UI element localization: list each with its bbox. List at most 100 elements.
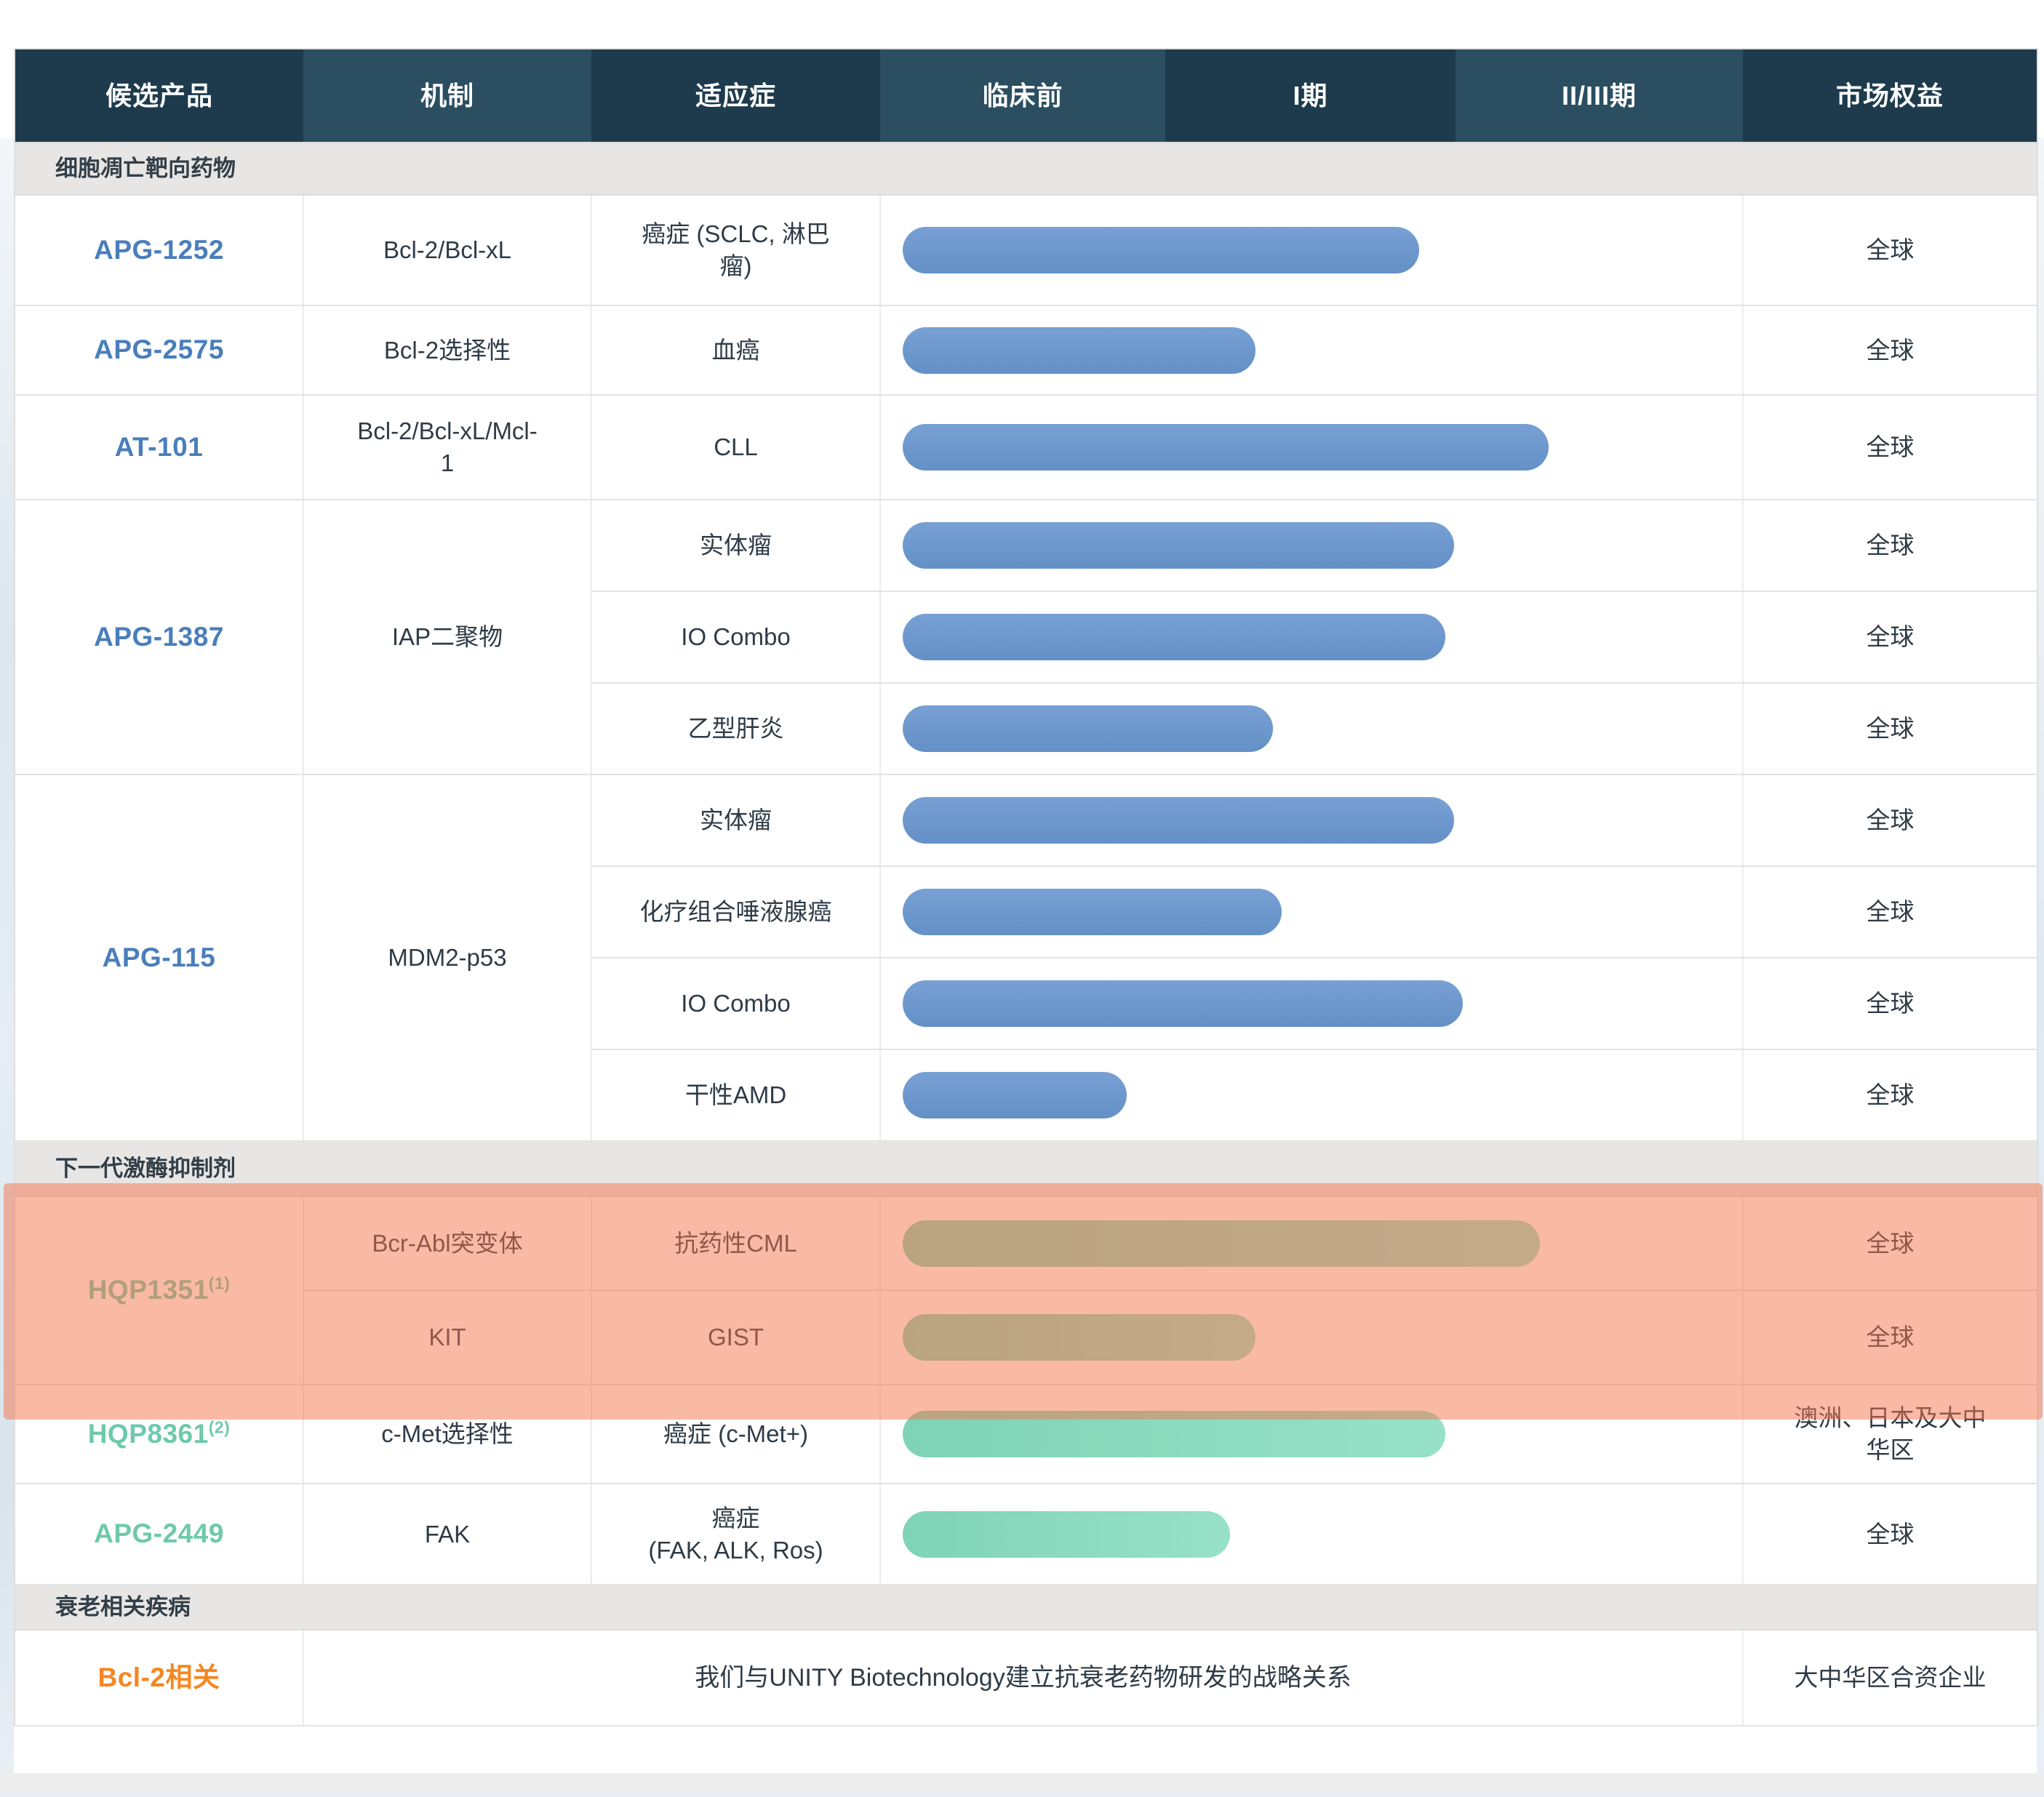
product-cell: HQP1351(1) [15,1196,303,1385]
phase-cell [880,1049,1743,1141]
indication-cell: 癌症 (c-Met+) [591,1385,880,1484]
phase-progress-bar [903,1220,1540,1267]
market-cell: 全球 [1743,1290,2037,1385]
pipeline-table-wrap: 候选产品 机制 适应症 临床前 I期 II/III期 市场权益 细胞凋亡靶向药物… [14,48,2037,1726]
partnership-note-cell: 我们与UNITY Biotechnology建立抗衰老药物研发的战略关系 [303,1630,1743,1726]
indication-cell: 乙型肝炎 [591,683,880,775]
phase-cell [880,1290,1743,1385]
table-row: APG-115 MDM2-p53 实体瘤 全球 [15,775,2037,866]
phase-cell [880,500,1743,591]
product-cell: AT-101 [15,395,303,500]
indication-cell: GIST [591,1290,880,1385]
section-row-aging: 衰老相关疾病 [15,1585,2037,1630]
column-header-phase1: I期 [1165,49,1456,143]
phase-progress-bar [903,1314,1255,1361]
phase-cell [880,683,1743,775]
phase-progress-bar [903,522,1454,569]
indication-cell: 抗药性CML [591,1196,880,1290]
product-link-hqp8361[interactable]: HQP8361(2) [88,1419,231,1449]
table-row-highlighted: HQP1351(1) Bcr-Abl突变体 抗药性CML 全球 [15,1196,2037,1290]
phase-cell [880,591,1743,683]
indication-cell: 实体瘤 [591,775,880,866]
section-label: 衰老相关疾病 [15,1585,2037,1630]
bottom-sliver [0,1792,2044,1797]
phase-track [881,980,1742,1027]
product-cell: APG-2575 [15,305,303,395]
table-row: APG-2575 Bcl-2选择性 血癌 全球 [15,305,2037,395]
mechanism-cell: Bcl-2/Bcl-xL [303,195,591,305]
table-row: HQP8361(2) c-Met选择性 癌症 (c-Met+) 澳洲、日本及大中… [15,1385,2037,1484]
phase-cell [880,1196,1743,1290]
product-link-apg1387[interactable]: APG-1387 [94,622,224,652]
column-header-indication: 适应症 [591,49,880,143]
indication-cell: CLL [591,395,880,500]
market-cell: 全球 [1743,1196,2037,1290]
phase-progress-bar [903,227,1419,273]
indication-cell: 癌症 (FAK, ALK, Ros) [591,1484,880,1585]
phase-cell [880,958,1743,1049]
phase-cell [880,775,1743,866]
phase-progress-bar [903,797,1454,844]
phase-track [881,522,1742,569]
product-link-apg1252[interactable]: APG-1252 [94,235,224,265]
product-link-bcl2[interactable]: Bcl-2相关 [98,1662,220,1692]
mechanism-cell: Bcr-Abl突变体 [303,1196,591,1290]
market-cell: 全球 [1743,1049,2037,1141]
column-header-preclinical: 临床前 [880,49,1165,143]
phase-progress-bar [903,980,1463,1027]
market-cell: 全球 [1743,683,2037,775]
phase-track [881,1411,1742,1457]
phase-progress-bar [903,1411,1445,1457]
market-cell: 全球 [1743,866,2037,958]
phase-progress-bar [903,705,1273,752]
indication-cell: 实体瘤 [591,500,880,591]
bottom-band [0,1773,2044,1792]
phase-progress-bar [903,1072,1127,1118]
phase-track [881,227,1742,273]
market-cell: 大中华区合资企业 [1743,1630,2037,1726]
market-cell: 全球 [1743,1484,2037,1585]
column-header-product: 候选产品 [15,49,303,143]
indication-cell: 干性AMD [591,1049,880,1141]
indication-cell: IO Combo [591,958,880,1049]
pipeline-table: 候选产品 机制 适应症 临床前 I期 II/III期 市场权益 细胞凋亡靶向药物… [14,48,2038,1726]
phase-cell [880,305,1743,395]
mechanism-cell: KIT [303,1290,591,1385]
table-row: APG-1387 IAP二聚物 实体瘤 全球 [15,500,2037,591]
phase-track [881,424,1742,471]
mechanism-cell: MDM2-p53 [303,775,591,1141]
phase-track [881,1511,1742,1558]
table-row-highlighted: KIT GIST 全球 [15,1290,2037,1385]
phase-cell [880,1484,1743,1585]
phase-cell [880,866,1743,958]
market-cell: 全球 [1743,195,2037,305]
phase-track [881,797,1742,844]
table-row: APG-2449 FAK 癌症 (FAK, ALK, Ros) 全球 [15,1484,2037,1585]
table-row: APG-1252 Bcl-2/Bcl-xL 癌症 (SCLC, 淋巴 瘤) 全球 [15,195,2037,305]
phase-track [881,1072,1742,1118]
phase-progress-bar [903,1511,1230,1558]
product-link-hqp1351[interactable]: HQP1351(1) [88,1275,231,1305]
market-cell: 澳洲、日本及大中 华区 [1743,1385,2037,1484]
phase-cell [880,1385,1743,1484]
pipeline-page: 候选产品 机制 适应症 临床前 I期 II/III期 市场权益 细胞凋亡靶向药物… [0,0,2044,1797]
product-cell: HQP8361(2) [15,1385,303,1484]
section-row-kinase: 下一代激酶抑制剂 [15,1141,2037,1196]
mechanism-cell: FAK [303,1484,591,1585]
phase-track [881,1220,1742,1267]
market-cell: 全球 [1743,305,2037,395]
product-link-apg2449[interactable]: APG-2449 [94,1518,224,1548]
product-link-apg2575[interactable]: APG-2575 [94,335,224,364]
market-cell: 全球 [1743,591,2037,683]
product-cell: APG-115 [15,775,303,1141]
phase-cell [880,195,1743,305]
product-link-at101[interactable]: AT-101 [115,432,204,462]
phase-progress-bar [903,424,1549,471]
column-header-mechanism: 机制 [303,49,591,143]
page-background-left [0,138,14,1797]
column-header-phase23: II/III期 [1456,49,1743,143]
footnote-marker: (2) [209,1417,231,1436]
product-link-apg115[interactable]: APG-115 [103,942,216,972]
product-cell: APG-1387 [15,500,303,775]
phase-track [881,1314,1742,1361]
